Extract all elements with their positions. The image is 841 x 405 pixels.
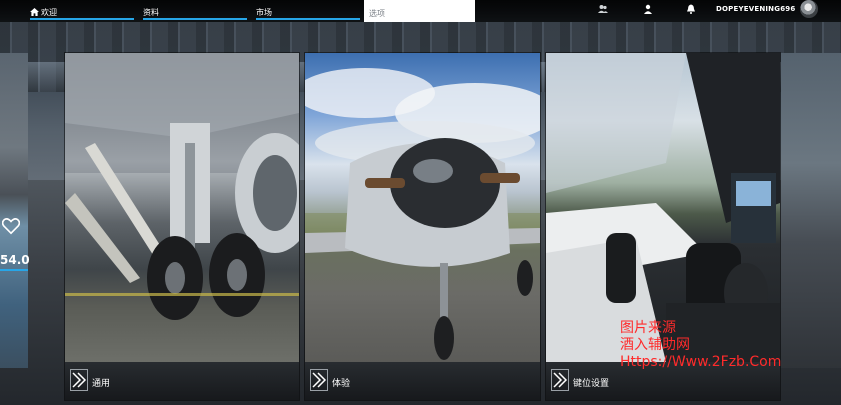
username[interactable]: DOPEYEVENING696 <box>716 5 795 13</box>
top-nav-bar: 欢迎 资料 市场 选项 DOPEYEVENING696 <box>0 0 841 22</box>
landing-gear-image <box>65 53 299 362</box>
watermark-line-3: Https://Www.2Fzb.Com <box>620 354 782 370</box>
tab-profile-label: 资料 <box>143 8 159 17</box>
card-general-label: 通用 <box>92 379 111 389</box>
card-general-footer[interactable]: 通用 <box>65 362 299 400</box>
tab-profile[interactable]: 资料 <box>143 0 247 22</box>
tab-options[interactable]: 选项 <box>364 0 475 22</box>
tab-welcome[interactable]: 欢迎 <box>30 0 134 22</box>
avatar-icon[interactable] <box>800 0 818 18</box>
chevron-right-icon <box>551 369 569 391</box>
tab-marketplace-underline <box>256 18 360 20</box>
tab-marketplace-label: 市场 <box>256 8 272 17</box>
tab-welcome-label: 欢迎 <box>41 8 57 17</box>
chevron-right-icon <box>310 369 328 391</box>
tab-marketplace[interactable]: 市场 <box>256 0 360 22</box>
card-controls-label: 键位设置 <box>573 379 610 389</box>
card-experience-label: 体验 <box>332 379 351 389</box>
tab-welcome-underline <box>30 18 134 20</box>
profile-icon[interactable] <box>640 1 656 17</box>
right-peek-card[interactable] <box>781 53 841 368</box>
watermark-line-2: 酒入辅助网 <box>620 337 690 353</box>
propeller-plane-image <box>305 53 540 362</box>
price-underline <box>0 269 28 271</box>
watermark-line-1: 图片来源 <box>620 320 676 336</box>
tab-options-label: 选项 <box>369 9 385 18</box>
watermark: 图片来源 酒入辅助网 Https://Www.2Fzb.Com <box>620 320 781 371</box>
cockpit-image <box>546 53 780 362</box>
card-general[interactable]: 通用 <box>65 53 299 400</box>
card-experience[interactable]: 体验 <box>305 53 540 400</box>
notifications-icon[interactable] <box>683 1 699 17</box>
friends-icon[interactable] <box>595 1 611 17</box>
tab-profile-underline <box>143 18 247 20</box>
heart-icon[interactable] <box>2 217 20 235</box>
card-experience-footer[interactable]: 体验 <box>305 362 540 400</box>
price-label: 54.0 <box>0 253 30 267</box>
home-icon <box>30 8 39 16</box>
left-peek-card[interactable]: 54.0 <box>0 53 30 368</box>
chevron-right-icon <box>70 369 88 391</box>
